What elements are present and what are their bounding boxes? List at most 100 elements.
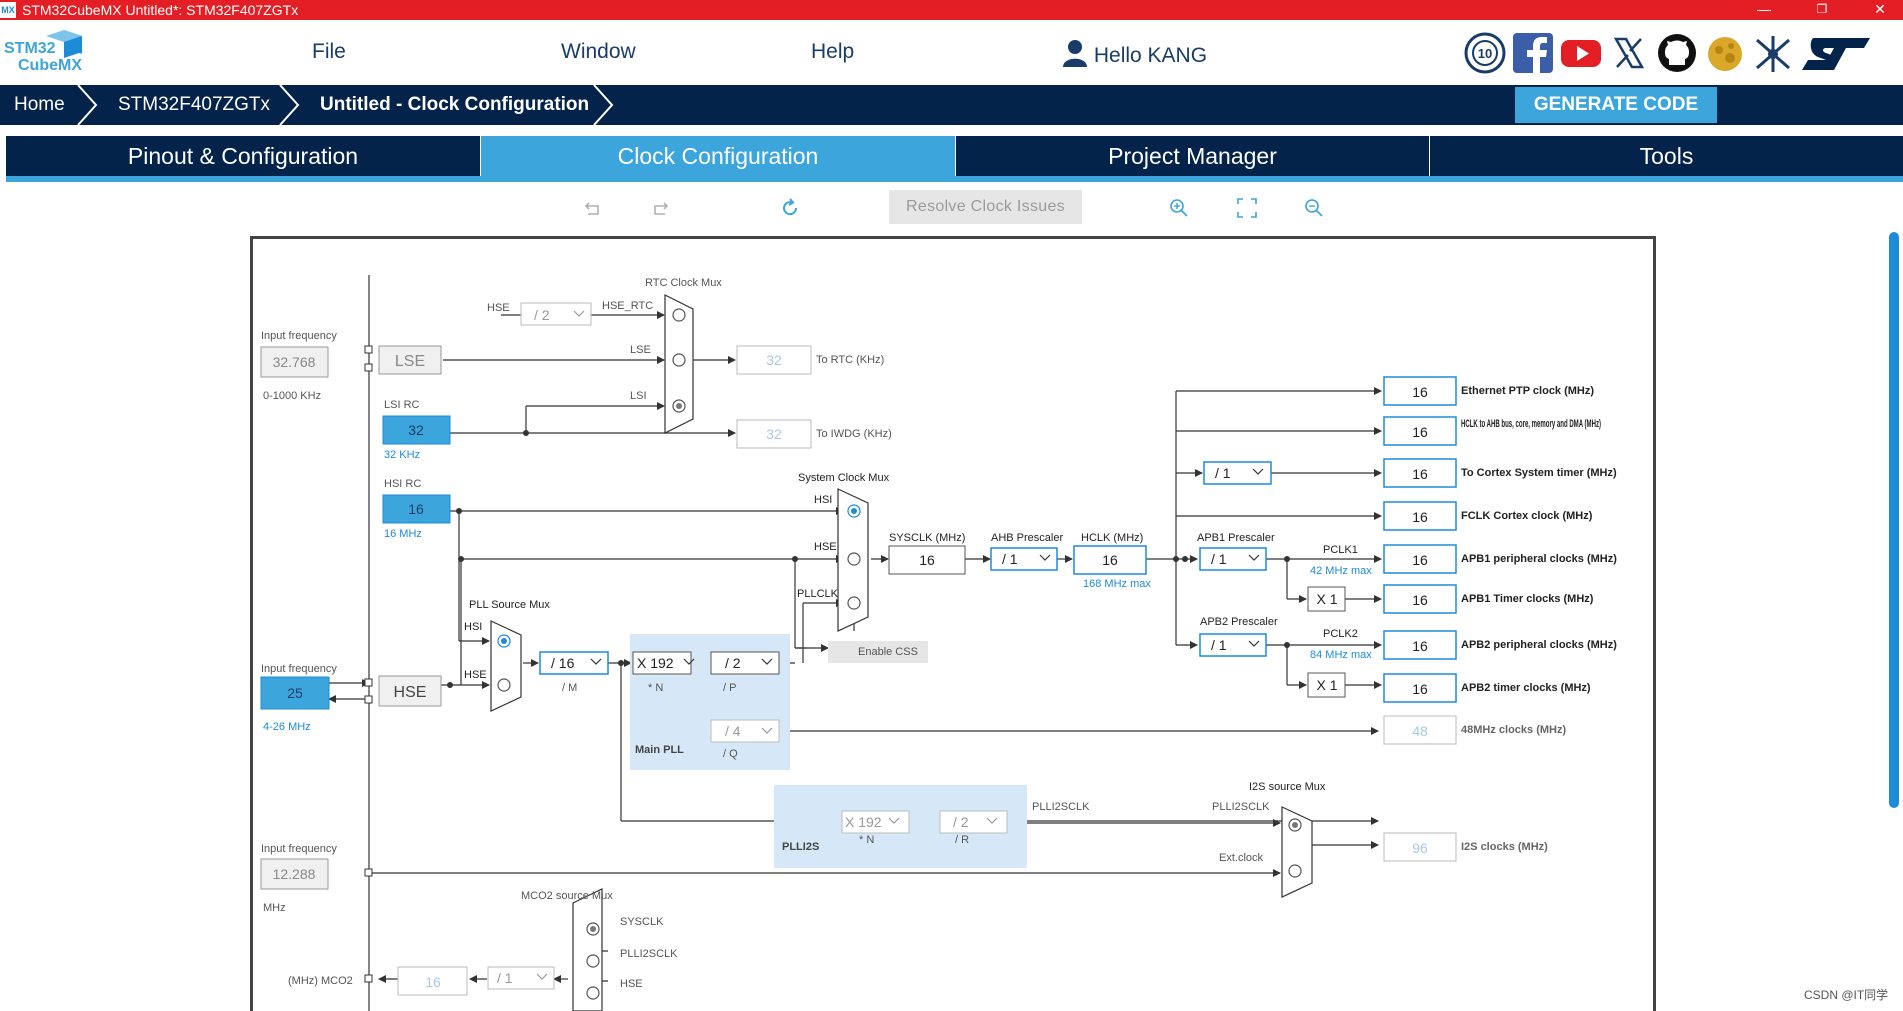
pll-src-radio-hse[interactable] — [497, 678, 511, 692]
pllq-select[interactable]: / 4 — [725, 723, 741, 739]
output-value-apb1-peripheral: 16 — [1412, 552, 1428, 568]
sys-pllclk-label: PLLCLK — [797, 588, 839, 600]
output-label-apb2-peripheral: APB2 peripheral clocks (MHz) — [1461, 639, 1617, 651]
mco2-mux-title: MCO2 source Mux — [521, 890, 613, 902]
facebook-icon[interactable] — [1512, 32, 1554, 74]
menu-window[interactable]: Window — [561, 40, 636, 64]
i2s-clocks-value: 96 — [1412, 840, 1428, 856]
rtc-mux-radio-lse[interactable] — [672, 353, 686, 367]
breadcrumb-home[interactable]: Home — [14, 85, 65, 125]
tab-project-manager[interactable]: Project Manager — [956, 136, 1429, 176]
i2s-mux-radio-ext[interactable] — [1288, 864, 1302, 878]
hse-range-label: 4-26 MHz — [263, 721, 311, 733]
mco2-plli2sclk-label: PLLI2SCLK — [620, 948, 678, 960]
breadcrumb-bar: Home STM32F407ZGTx Untitled - Clock Conf… — [0, 85, 1903, 125]
breadcrumb-current[interactable]: Untitled - Clock Configuration — [320, 85, 589, 125]
refresh-icon[interactable] — [778, 196, 802, 220]
plli2s-n-select[interactable]: X 192 — [845, 814, 882, 830]
plli2s-label: PLLI2S — [782, 841, 819, 853]
zoom-in-icon[interactable] — [1167, 196, 1191, 220]
close-button[interactable]: ✕ — [1857, 0, 1903, 20]
redo-icon[interactable] — [648, 196, 672, 220]
tab-pinout-configuration[interactable]: Pinout & Configuration — [6, 136, 480, 176]
mco2-radio-plli2sclk[interactable] — [586, 954, 600, 968]
apb2-prescaler-select[interactable]: / 1 — [1211, 637, 1227, 653]
community-icon[interactable] — [1704, 32, 1746, 74]
plli2s-n-label: * N — [859, 834, 874, 846]
network-icon[interactable] — [1752, 32, 1794, 74]
main-tabs: Pinout & Configuration Clock Configurati… — [6, 136, 1903, 176]
i2s-plli2sclk-label: PLLI2SCLK — [1212, 801, 1270, 813]
pll-hse-label: HSE — [464, 669, 487, 681]
output-label-apb1-peripheral: APB1 peripheral clocks (MHz) — [1461, 553, 1617, 565]
to-iwdg-label: To IWDG (KHz) — [816, 428, 892, 440]
logo-text-stm32: STM32 — [4, 40, 56, 57]
resolve-clock-issues-button[interactable]: Resolve Clock Issues — [889, 190, 1082, 224]
to-rtc-label: To RTC (KHz) — [816, 354, 884, 366]
plln-select[interactable]: X 192 — [637, 655, 674, 671]
st-logo-icon[interactable] — [1800, 32, 1872, 74]
apb1-prescaler-select[interactable]: / 1 — [1211, 551, 1227, 567]
mco2-radio-hse[interactable] — [586, 986, 600, 1000]
output-label-cortex-timer: To Cortex System timer (MHz) — [1461, 467, 1617, 479]
vertical-scrollbar[interactable] — [1889, 232, 1899, 808]
cortex-timer-divider-select[interactable]: / 1 — [1215, 465, 1231, 481]
plli2s-r-select[interactable]: / 2 — [953, 814, 969, 830]
pll-source-mux-title: PLL Source Mux — [469, 599, 550, 611]
output-value-apb2-timer: 16 — [1412, 681, 1428, 697]
tab-tools[interactable]: Tools — [1430, 136, 1903, 176]
mco2-divider-select[interactable]: / 1 — [497, 970, 513, 986]
chevron-right-icon — [279, 85, 300, 125]
tab-clock-configuration[interactable]: Clock Configuration — [481, 136, 955, 176]
lse-mux-label: LSE — [630, 344, 651, 356]
lse-range-label: 0-1000 KHz — [263, 390, 321, 402]
tab-underline — [6, 176, 1903, 182]
output-value-fclk: 16 — [1412, 509, 1428, 525]
chevron-right-icon — [593, 85, 614, 125]
menu-file[interactable]: File — [312, 40, 346, 64]
undo-icon[interactable] — [581, 196, 605, 220]
fit-screen-icon[interactable] — [1235, 196, 1259, 220]
zoom-out-icon[interactable] — [1302, 196, 1326, 220]
output-value-apb1-timer: 16 — [1412, 592, 1428, 608]
breadcrumb-device[interactable]: STM32F407ZGTx — [118, 85, 270, 125]
x-icon[interactable] — [1608, 32, 1650, 74]
sys-mux-radio-pllclk[interactable] — [847, 596, 861, 610]
hclk-value: 16 — [1102, 552, 1118, 568]
pllp-select[interactable]: / 2 — [725, 655, 741, 671]
rtc-mux-radio-hse[interactable] — [672, 308, 686, 322]
lsi-khz-label: 32 KHz — [384, 449, 420, 461]
system-clock-mux-title: System Clock Mux — [798, 472, 890, 484]
hse-input-frequency-label: Input frequency — [261, 663, 337, 675]
pll-hsi-label: HSI — [464, 621, 482, 633]
github-icon[interactable] — [1656, 32, 1698, 74]
plli2sclk-out-label: PLLI2SCLK — [1032, 801, 1090, 813]
to-iwdg-value: 32 — [766, 426, 782, 442]
apb1-prescaler-label: APB1 Prescaler — [1197, 532, 1275, 544]
restore-button[interactable]: ❐ — [1799, 0, 1845, 20]
generate-code-button[interactable]: GENERATE CODE — [1515, 87, 1717, 123]
clock-toolbar: Resolve Clock Issues — [0, 190, 1903, 226]
pll-source-mux — [490, 620, 522, 712]
i2s-clocks-label: I2S clocks (MHz) — [1461, 841, 1548, 853]
watermark: CSDN @IT同学 — [1804, 988, 1889, 1002]
hclk-label: HCLK (MHz) — [1081, 532, 1143, 544]
enable-css-label[interactable]: Enable CSS — [858, 646, 918, 658]
user-account[interactable]: Hello KANG — [1062, 39, 1207, 68]
menu-help[interactable]: Help — [811, 40, 854, 64]
minimize-button[interactable]: — — [1741, 0, 1787, 20]
lse-input-frequency-label: Input frequency — [261, 330, 337, 342]
ahb-prescaler-label: AHB Prescaler — [991, 532, 1063, 544]
main-pll-label: Main PLL — [635, 744, 684, 756]
lsi-mux-label: LSI — [630, 390, 647, 402]
rtc-hse-divider-select[interactable]: / 2 — [534, 307, 550, 323]
10-year-anniversary-icon[interactable]: 10 — [1464, 32, 1506, 74]
sys-mux-radio-hse[interactable] — [847, 552, 861, 566]
youtube-icon[interactable] — [1560, 32, 1602, 74]
hse-box-label: HSE — [394, 684, 427, 701]
ahb-prescaler-select[interactable]: / 1 — [1002, 551, 1018, 567]
output-value-cortex-timer: 16 — [1412, 466, 1428, 482]
stm32cubemx-logo: STM32 CubeMX — [4, 28, 94, 78]
pllm-select[interactable]: / 16 — [551, 655, 575, 671]
title-bar: MX STM32CubeMX Untitled*: STM32F407ZGTx … — [0, 0, 1903, 20]
